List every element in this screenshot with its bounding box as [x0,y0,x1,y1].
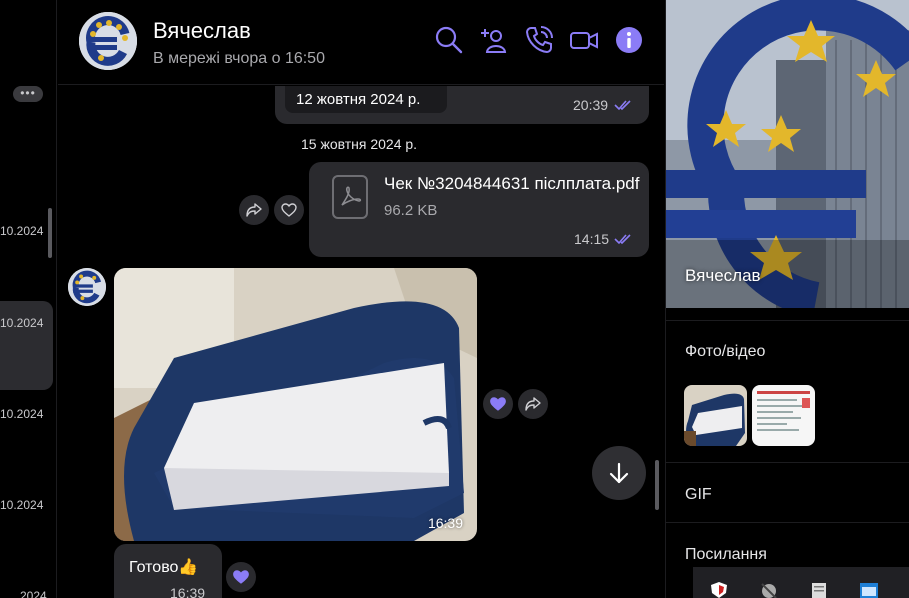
scroll-to-bottom-button[interactable] [592,446,646,500]
info-contact-name: Вячеслав [685,266,761,285]
media-thumbnail[interactable] [684,385,747,446]
file-name[interactable]: Чек №3204844631 післплата.pdf [384,174,639,194]
contact-status: В мережі вчора о 16:50 [153,50,325,67]
date-chip-text: 12 жовтня 2024 р. [296,91,421,108]
links-section-title[interactable]: Посилання [685,546,767,564]
divider [666,462,909,463]
chat-list-date: 10.2024 [0,316,44,330]
like-button[interactable] [274,195,304,225]
message-bubble-outgoing[interactable]: 12 жовтня 2024 р. 20:39 [275,86,649,124]
bed-photo [114,268,477,541]
add-contact-icon[interactable] [479,25,509,55]
message-time: 14:15 [574,231,610,247]
reaction-button[interactable] [483,389,513,419]
search-icon[interactable] [434,25,464,55]
read-ticks-icon [614,100,631,111]
heart-filled-icon [233,570,249,584]
chat-scrollbar[interactable] [655,460,659,510]
sender-avatar[interactable] [68,268,106,306]
chat-list-item-active[interactable] [0,301,53,390]
info-icon[interactable] [614,25,644,55]
message-list: 12 жовтня 2024 р. 20:39 15 жовтня 2024 р… [58,86,664,598]
read-ticks-icon [614,234,631,245]
heart-filled-icon [490,397,506,411]
forward-icon [525,397,541,411]
security-shield-icon[interactable] [709,581,729,598]
network-disabled-icon[interactable] [759,581,779,598]
app-window-icon[interactable] [859,581,879,598]
euro-sculpture-image [666,0,909,308]
more-button[interactable]: ••• [13,86,43,102]
system-tray [693,567,909,598]
chat-list-date: 10.2024 [0,498,44,512]
gif-section-title[interactable]: GIF [685,486,712,504]
divider [666,320,909,321]
chat-header: Вячеслав В мережі вчора о 16:50 [58,0,664,85]
chat-list-date: 10.2024 [0,407,44,421]
date-chip: 12 жовтня 2024 р. [285,86,447,113]
pdf-file-icon[interactable] [332,175,368,219]
file-size: 96.2 KB [384,202,438,219]
chat-list-date: 10.2024 [0,224,44,238]
message-time: 16:39 [170,585,206,598]
chat-list-scrollbar[interactable] [48,208,52,258]
chat-list-panel: ••• 10.2024 10.2024 10.2024 10.2024 2024 [0,0,57,598]
contact-avatar[interactable] [79,12,137,70]
reaction-button[interactable] [226,562,256,592]
heart-outline-icon [281,203,297,217]
photo-time: 16:39 [427,515,463,531]
media-thumbnail[interactable] [752,385,815,446]
message-bubble-incoming[interactable]: Готово👍 16:39 [114,544,222,598]
file-message-bubble[interactable]: Чек №3204844631 післплата.pdf 96.2 KB 14… [309,162,649,257]
forward-button[interactable] [239,195,269,225]
contact-cover-image[interactable]: Вячеслав [666,0,909,308]
chat-window: Вячеслав В мережі вчора о 16:50 12 жовтн… [58,0,664,598]
chat-list-date: 2024 [20,589,47,598]
arrow-down-icon [609,462,629,484]
forward-button[interactable] [518,389,548,419]
photo-message[interactable]: 16:39 [114,268,477,541]
date-separator: 15 жовтня 2024 р. [301,136,418,152]
divider [666,522,909,523]
forward-icon [246,203,262,217]
video-call-icon[interactable] [569,25,599,55]
message-text: Готово👍 [129,559,199,576]
message-time: 20:39 [573,97,609,113]
media-section-title[interactable]: Фото/відео [685,343,765,361]
contact-info-panel: Вячеслав Фото/відео GIF Посилання [665,0,909,598]
phone-call-icon[interactable] [524,25,554,55]
contact-name[interactable]: Вячеслав [153,18,251,44]
document-icon[interactable] [809,581,829,598]
